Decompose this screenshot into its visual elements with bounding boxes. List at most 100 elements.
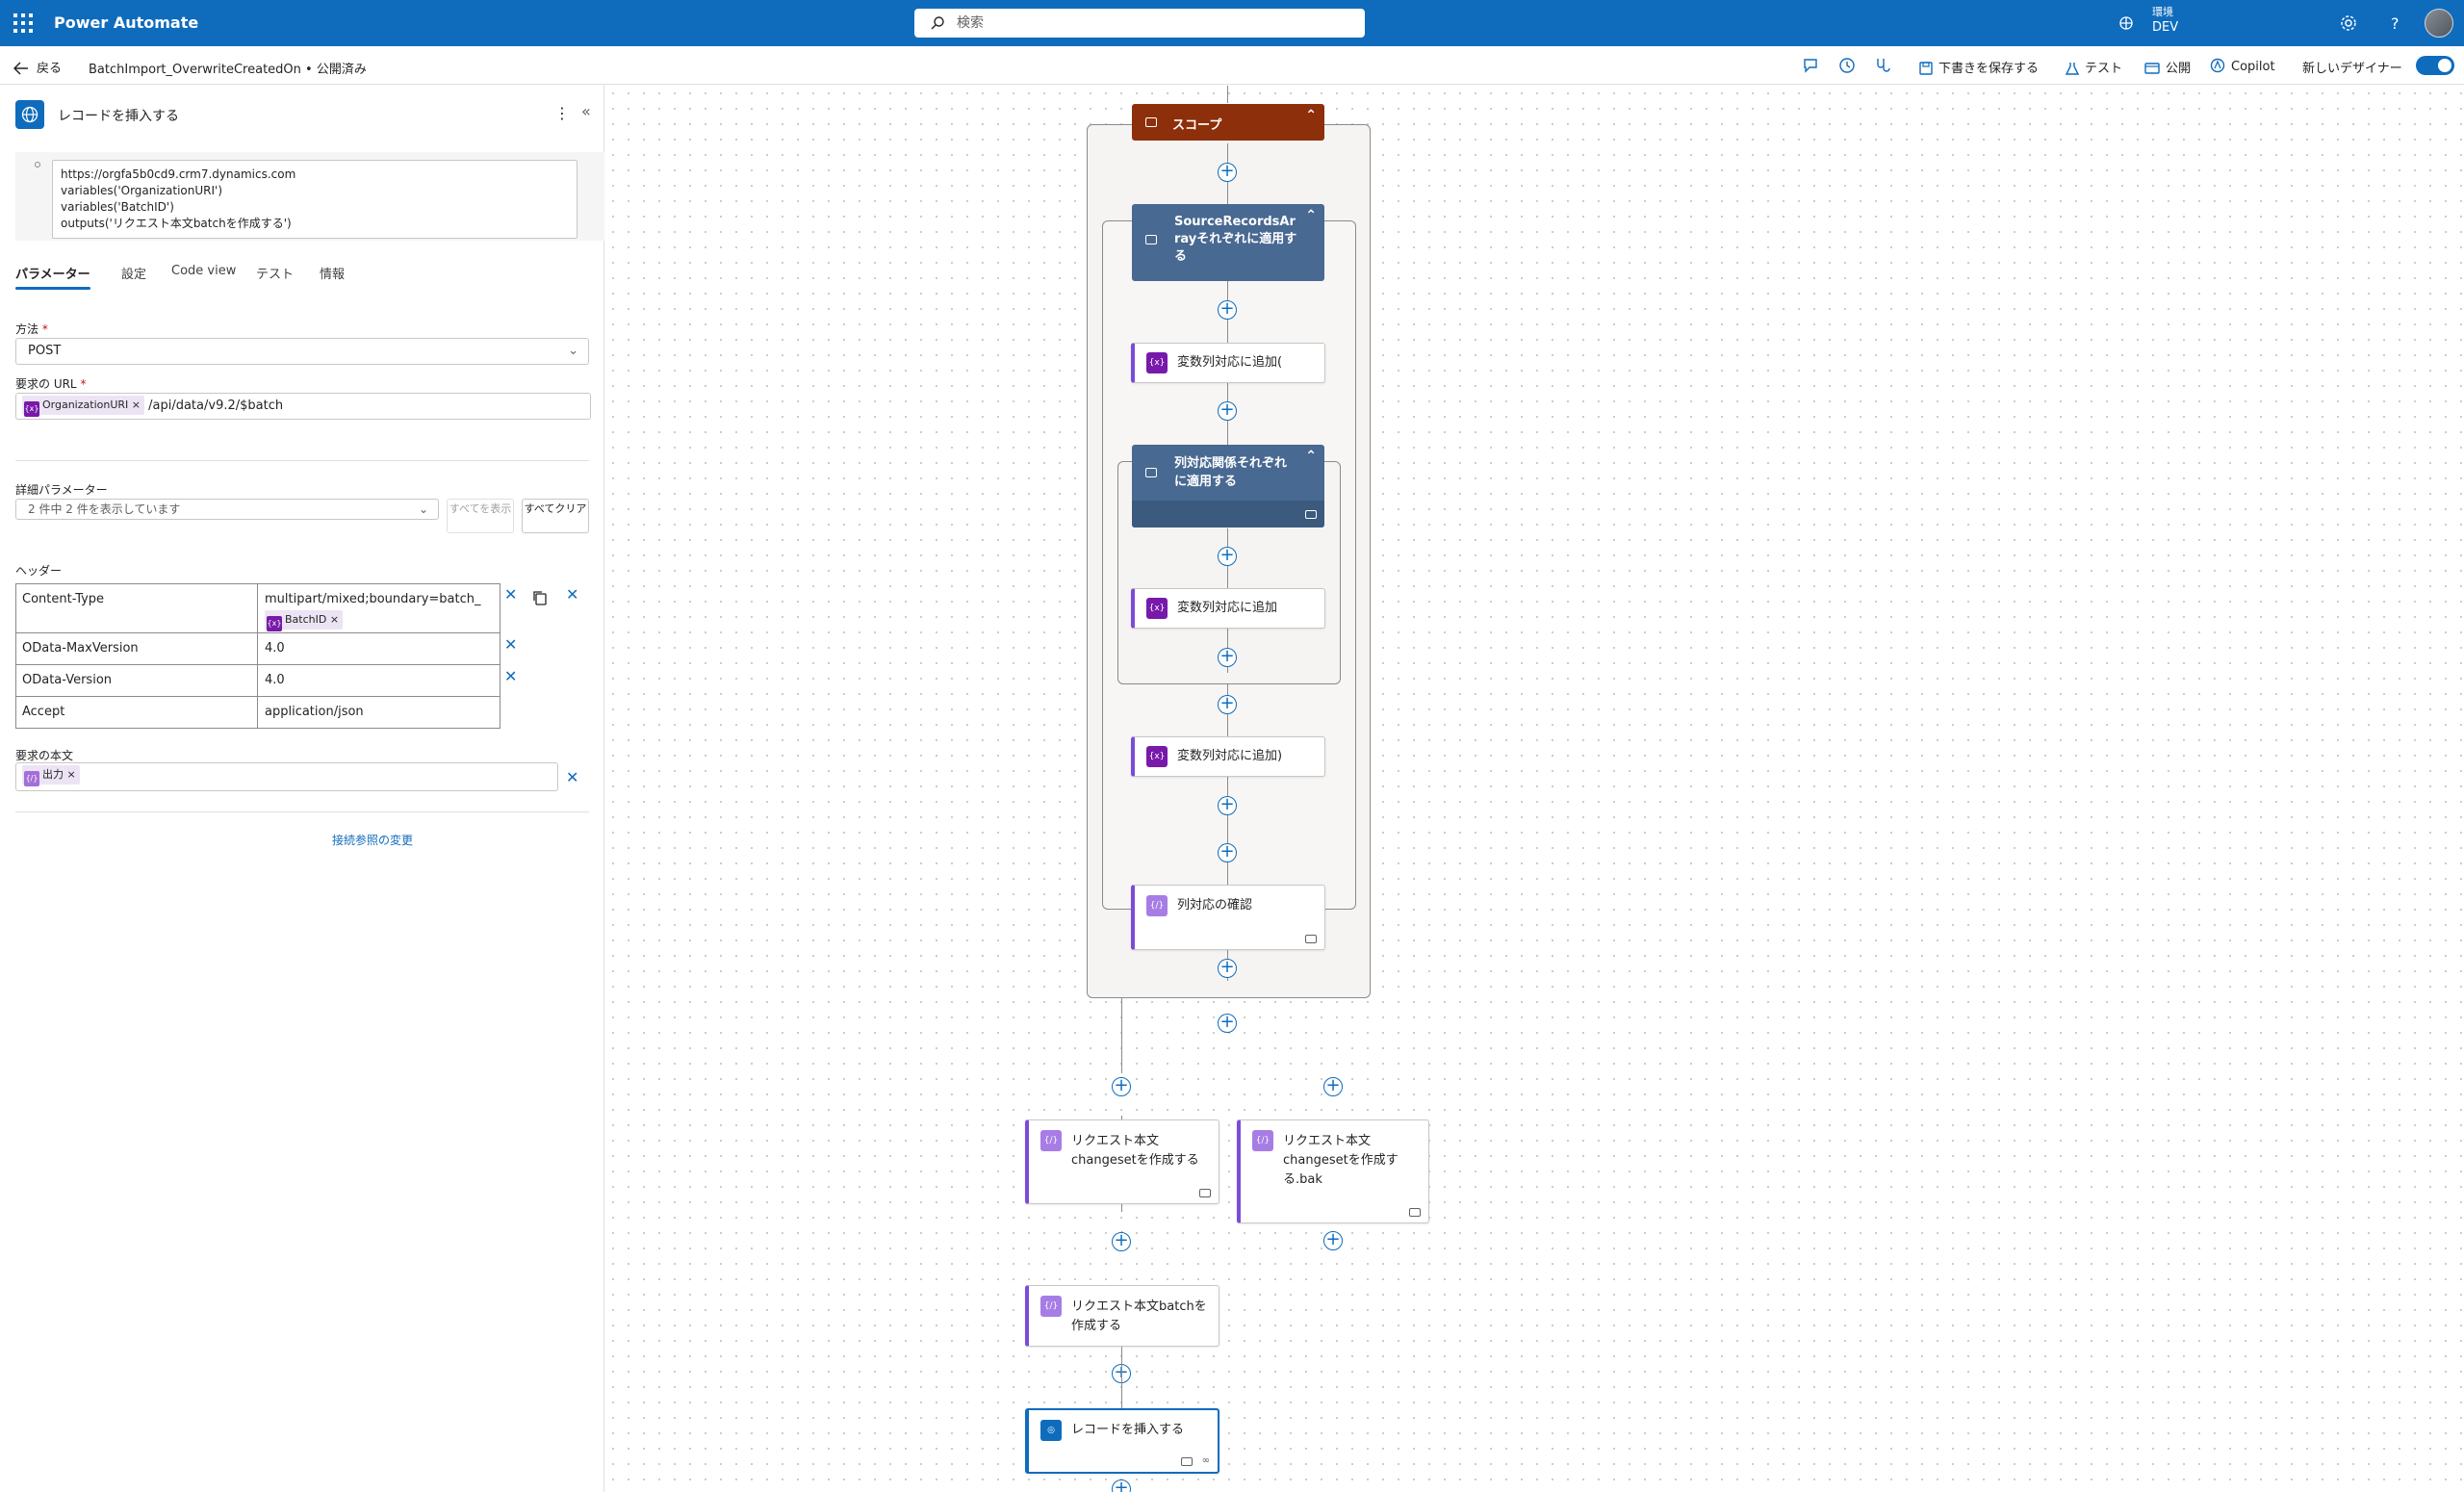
environment-picker[interactable]: 環境 DEV (2118, 6, 2185, 40)
add-action-button[interactable]: + (1112, 1479, 1131, 1492)
tab-code-view[interactable]: Code view (171, 264, 236, 278)
add-action-button[interactable]: + (1218, 796, 1237, 815)
add-action-button[interactable]: + (1218, 163, 1237, 182)
compose-icon: {/} (1040, 1130, 1062, 1151)
show-all-button[interactable]: すべてを表示 (447, 499, 514, 533)
delete-header-icon[interactable]: ✕ (504, 585, 517, 604)
copilot-button[interactable]: Copilot (2210, 58, 2275, 74)
help-icon[interactable]: ? (2385, 13, 2404, 33)
copy-icon[interactable] (531, 589, 549, 606)
compose-icon: {/} (1146, 895, 1168, 916)
append-variable-card[interactable]: {x} 変数列対応に追加 (1131, 588, 1325, 629)
add-action-button[interactable]: + (1218, 695, 1237, 714)
compose-changeset-bak-card[interactable]: {/} リクエスト本文changesetを作成する.bak (1237, 1119, 1429, 1223)
output-token[interactable]: {/} 出力 × (22, 765, 80, 786)
add-action-button[interactable]: + (1218, 959, 1237, 978)
svg-text:?: ? (2391, 14, 2400, 33)
scope-title: スコープ (1172, 118, 1222, 133)
compose-changeset-bak-title: リクエスト本文changesetを作成する.bak (1283, 1134, 1399, 1187)
add-action-button[interactable]: + (1218, 401, 1237, 421)
tab-settings[interactable]: 設定 (121, 264, 146, 282)
action-details-panel: レコードを挿入する ⋮ « https://orgfa5b0cd9.crm7.d… (0, 85, 604, 1492)
add-action-button[interactable]: + (1218, 1014, 1237, 1033)
flow-checker-icon[interactable] (1875, 57, 1892, 74)
header-value[interactable]: application/json (265, 705, 364, 719)
comment-icon[interactable] (1199, 1189, 1211, 1197)
url-label-text: 要求の URL (15, 377, 77, 391)
comment-icon[interactable] (1181, 1457, 1193, 1466)
comment-icon[interactable] (1305, 510, 1317, 519)
method-dropdown[interactable]: POST ⌄ (15, 338, 589, 365)
scope-card[interactable]: スコープ ⌃ (1132, 104, 1324, 141)
more-options-icon[interactable]: ⋮ (554, 104, 570, 122)
assistant-icon[interactable] (1802, 57, 1819, 74)
delete-header-icon[interactable]: ✕ (504, 667, 517, 685)
add-action-button[interactable]: + (1112, 1232, 1131, 1251)
avatar[interactable] (2425, 9, 2453, 38)
comment-icon[interactable] (1409, 1208, 1421, 1217)
notes-field[interactable]: https://orgfa5b0cd9.crm7.dynamics.com va… (52, 160, 578, 239)
http-action-icon (15, 100, 44, 129)
add-action-button[interactable]: + (1218, 843, 1237, 862)
organization-uri-token[interactable]: {x} OrganizationURI × (22, 396, 144, 417)
header-key[interactable]: OData-Version (22, 673, 112, 687)
tab-test[interactable]: テスト (256, 264, 294, 282)
url-token-label: OrganizationURI (42, 399, 129, 411)
search-input[interactable]: 検索 (914, 9, 1365, 38)
header-key[interactable]: Content-Type (22, 592, 104, 606)
add-action-button[interactable]: + (1112, 1077, 1131, 1096)
compose-changeset-card[interactable]: {/} リクエスト本文changesetを作成する (1025, 1119, 1219, 1204)
delete-header-icon[interactable]: ✕ (504, 635, 517, 654)
save-draft-button[interactable]: 下書きを保存する (1919, 58, 2039, 76)
url-input[interactable]: {x} OrganizationURI × /api/data/v9.2/$bat… (15, 393, 591, 420)
app-launcher-icon[interactable] (13, 13, 33, 33)
body-token-label: 出力 (42, 768, 64, 781)
variable-icon: {x} (1146, 746, 1168, 767)
publish-button[interactable]: 公開 (2144, 58, 2191, 76)
append-variable-card[interactable]: {x} 変数列対応に追加) (1131, 736, 1325, 777)
insert-record-card[interactable]: ◎ レコードを挿入する ∞ (1025, 1408, 1219, 1474)
panel-title[interactable]: レコードを挿入する (58, 106, 179, 125)
add-action-button[interactable]: + (1323, 1231, 1343, 1250)
compose-batch-card[interactable]: {/} リクエスト本文batchを作成する (1025, 1285, 1219, 1347)
append-variable-card[interactable]: {x} 変数列対応に追加( (1131, 343, 1325, 383)
foreach-column-mapping-card[interactable]: 列対応関係それぞれに適用する ⌃ (1132, 445, 1324, 527)
variable-icon: {x} (1146, 598, 1168, 619)
foreach-source-records-card[interactable]: SourceRecordsArrayそれぞれに適用する ⌃ (1132, 204, 1324, 281)
header-value[interactable]: 4.0 (265, 641, 285, 656)
add-action-button[interactable]: + (1218, 547, 1237, 566)
app-title[interactable]: Power Automate (54, 13, 198, 32)
new-designer-toggle[interactable] (2416, 56, 2454, 75)
compose-card[interactable]: {/} 列対応の確認 (1131, 885, 1325, 950)
add-action-button[interactable]: + (1218, 300, 1237, 320)
back-button[interactable]: 戻る (13, 58, 62, 76)
flow-canvas[interactable]: スコープ ⌃ + SourceRecordsArrayそれぞれに適用する ⌃ +… (605, 86, 2464, 1492)
delete-body-icon[interactable]: ✕ (566, 768, 578, 786)
change-connection-reference-link[interactable]: 接続参照の変更 (332, 832, 413, 848)
header-value[interactable]: 4.0 (265, 673, 285, 687)
foreach-source-records-title: SourceRecordsArrayそれぞれに適用する (1174, 215, 1297, 264)
delete-header-icon[interactable]: ✕ (566, 585, 578, 604)
test-button[interactable]: テスト (2065, 58, 2122, 76)
header-row: OData-Version 4.0 (15, 664, 500, 697)
tab-parameters[interactable]: パラメーター (15, 264, 90, 290)
loop-icon (1145, 235, 1157, 244)
header-value[interactable]: multipart/mixed;boundary=batch_ (265, 592, 481, 606)
batch-id-token[interactable]: {x} BatchID × (265, 610, 344, 631)
body-input[interactable]: {/} 出力 × (15, 762, 558, 791)
collapse-panel-icon[interactable]: « (581, 102, 591, 120)
advanced-parameters-dropdown[interactable]: 2 件中 2 件を表示しています ⌄ (15, 499, 439, 520)
scope-icon (1145, 117, 1157, 127)
clear-all-button[interactable]: すべてクリア (522, 499, 589, 533)
add-action-button[interactable]: + (1218, 648, 1237, 667)
back-label: 戻る (37, 62, 63, 76)
comment-icon[interactable] (1305, 935, 1317, 943)
tab-about[interactable]: 情報 (320, 264, 345, 282)
header-row: Content-Type multipart/mixed;boundary=ba… (15, 583, 500, 633)
header-key[interactable]: Accept (22, 705, 64, 719)
add-action-button[interactable]: + (1323, 1077, 1343, 1096)
settings-icon[interactable] (2339, 13, 2358, 33)
header-key[interactable]: OData-MaxVersion (22, 641, 139, 656)
history-icon[interactable] (1838, 57, 1856, 74)
chevron-down-icon: ⌄ (418, 502, 428, 516)
